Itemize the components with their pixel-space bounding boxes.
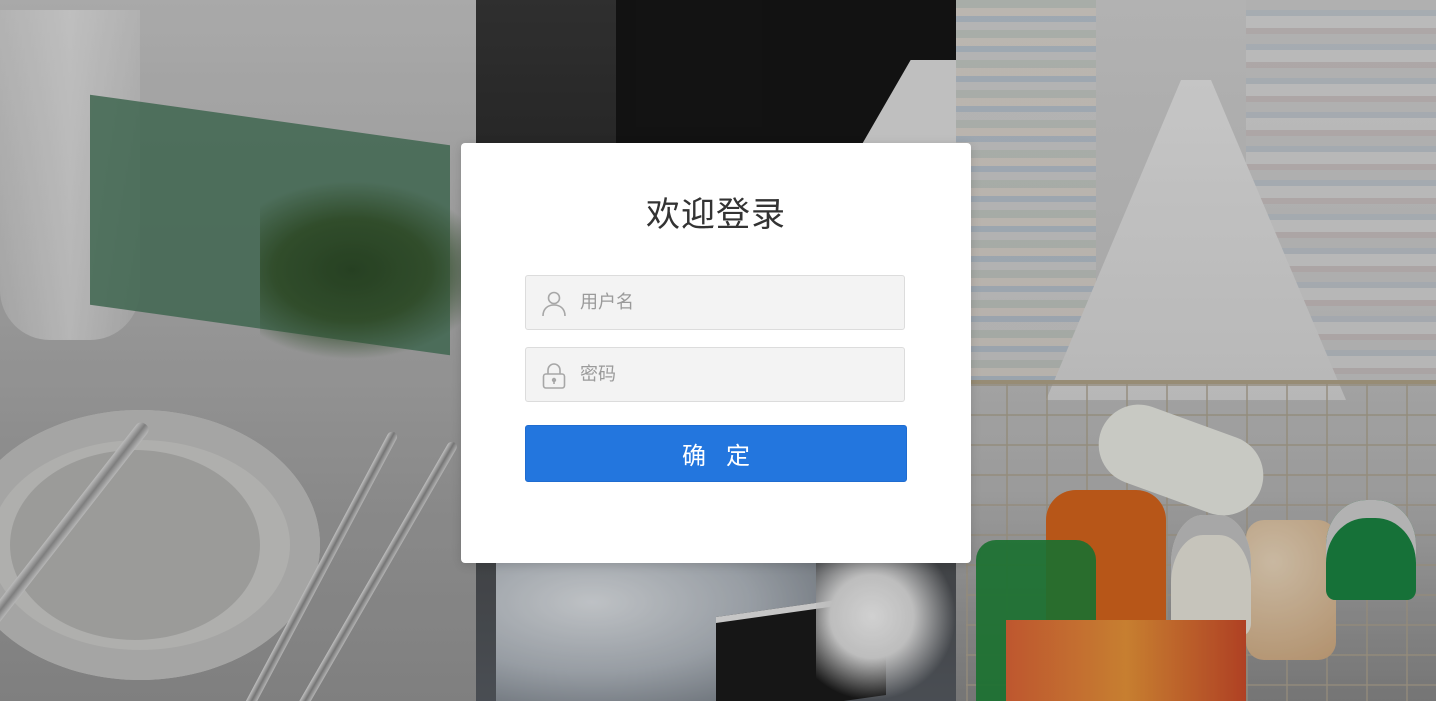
password-input[interactable] [580,348,890,401]
background-photo-dining [0,0,476,701]
background-photo-supermarket [956,0,1436,701]
background-dim-overlay [0,0,476,701]
background-dim-overlay [956,0,1436,701]
login-card: 欢迎登录 确定 [461,143,971,563]
username-field[interactable] [525,275,905,330]
user-icon [542,291,566,317]
submit-button[interactable]: 确定 [525,425,907,482]
username-input[interactable] [580,276,890,329]
password-field[interactable] [525,347,905,402]
login-title: 欢迎登录 [646,195,786,235]
lock-icon [542,363,566,389]
login-page: 欢迎登录 确定 [0,0,1436,701]
